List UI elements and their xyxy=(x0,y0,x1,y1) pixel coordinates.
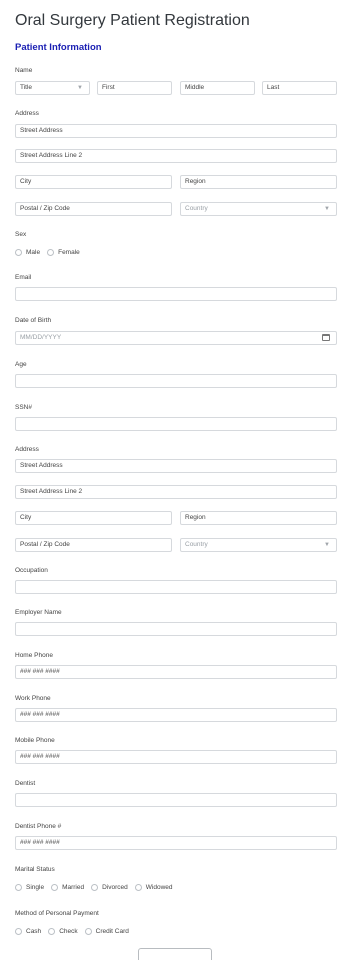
country-select[interactable]: Country ▼ xyxy=(180,202,337,216)
name-label: Name xyxy=(15,67,33,74)
dob-input[interactable]: MM/DD/YYYY xyxy=(15,331,337,345)
radio-circle-icon xyxy=(91,884,99,891)
country-select-value: Country xyxy=(185,205,208,212)
radio-widowed-label: Widowed xyxy=(145,884,173,891)
mobile-phone-label: Mobile Phone xyxy=(15,737,55,744)
registration-form: Oral Surgery Patient Registration Patien… xyxy=(0,0,350,960)
country-select-value-2: Country xyxy=(185,541,208,548)
middle-name-input[interactable]: Middle xyxy=(180,81,255,95)
city-input[interactable]: City xyxy=(15,175,172,189)
ssn-label: SSN# xyxy=(15,404,32,411)
mobile-phone-input[interactable]: ### ### #### xyxy=(15,750,337,764)
chevron-down-icon: ▼ xyxy=(77,85,83,91)
payment-method-radio-group: Cash Check Credit Card xyxy=(15,927,129,936)
radio-circle-icon xyxy=(51,884,59,891)
first-name-input[interactable]: First xyxy=(97,81,172,95)
radio-circle-icon xyxy=(47,249,55,256)
region-input-2[interactable]: Region xyxy=(180,511,337,525)
radio-credit-card[interactable]: Credit Card xyxy=(84,928,129,935)
chevron-down-icon: ▼ xyxy=(324,206,330,212)
postal-code-input-2[interactable]: Postal / Zip Code xyxy=(15,538,172,552)
radio-female[interactable]: Female xyxy=(47,249,80,256)
street-address-input[interactable]: Street Address xyxy=(15,124,337,138)
address2-label: Address xyxy=(15,446,39,453)
work-phone-input[interactable]: ### ### #### xyxy=(15,708,337,722)
radio-circle-icon xyxy=(15,249,22,256)
marital-status-radio-group: Single Married Divorced Widowed xyxy=(15,883,173,892)
dentist-input[interactable] xyxy=(15,793,337,807)
email-input[interactable] xyxy=(15,287,337,301)
dentist-phone-label: Dentist Phone # xyxy=(15,823,62,830)
radio-divorced-label: Divorced xyxy=(102,884,128,891)
dentist-label: Dentist xyxy=(15,780,36,787)
radio-single[interactable]: Single xyxy=(15,884,44,891)
last-name-input[interactable]: Last xyxy=(262,81,337,95)
work-phone-label: Work Phone xyxy=(15,695,51,702)
section-heading: Patient Information xyxy=(15,42,102,53)
title-select[interactable]: Title ▼ xyxy=(15,81,90,95)
radio-cash-label: Cash xyxy=(26,928,42,935)
occupation-input[interactable] xyxy=(15,580,337,594)
employer-input[interactable] xyxy=(15,622,337,636)
address-label: Address xyxy=(15,110,39,117)
employer-label: Employer Name xyxy=(15,609,62,616)
postal-code-input[interactable]: Postal / Zip Code xyxy=(15,202,172,216)
city-input-2[interactable]: City xyxy=(15,511,172,525)
dentist-phone-input[interactable]: ### ### #### xyxy=(15,836,337,850)
dob-label: Date of Birth xyxy=(15,317,52,324)
marital-status-label: Marital Status xyxy=(15,866,55,873)
radio-male-label: Male xyxy=(26,249,41,256)
age-label: Age xyxy=(15,361,27,368)
radio-single-label: Single xyxy=(26,884,45,891)
sex-label: Sex xyxy=(15,231,27,238)
radio-widowed[interactable]: Widowed xyxy=(134,884,173,891)
ssn-input[interactable] xyxy=(15,417,337,431)
form-title: Oral Surgery Patient Registration xyxy=(15,12,250,29)
street-address-input-2[interactable]: Street Address xyxy=(15,459,337,473)
radio-circle-icon xyxy=(48,928,56,935)
radio-check-label: Check xyxy=(59,928,78,935)
payment-method-label: Method of Personal Payment xyxy=(15,910,99,917)
radio-circle-icon xyxy=(84,928,92,935)
region-input[interactable]: Region xyxy=(180,175,337,189)
home-phone-input[interactable]: ### ### #### xyxy=(15,665,337,679)
radio-married[interactable]: Married xyxy=(51,884,84,891)
age-input[interactable] xyxy=(15,374,337,388)
chevron-down-icon: ▼ xyxy=(324,542,330,548)
dob-placeholder: MM/DD/YYYY xyxy=(20,334,62,341)
radio-circle-icon xyxy=(134,884,142,891)
radio-circle-icon xyxy=(15,928,22,935)
street-address-line2-input[interactable]: Street Address Line 2 xyxy=(15,149,337,163)
radio-married-label: Married xyxy=(62,884,85,891)
radio-check[interactable]: Check xyxy=(48,928,78,935)
radio-credit-card-label: Credit Card xyxy=(95,928,129,935)
calendar-icon[interactable] xyxy=(322,334,330,341)
occupation-label: Occupation xyxy=(15,567,48,574)
radio-female-label: Female xyxy=(58,249,80,256)
radio-divorced[interactable]: Divorced xyxy=(91,884,128,891)
radio-male[interactable]: Male xyxy=(15,249,40,256)
street-address-line2-input-2[interactable]: Street Address Line 2 xyxy=(15,485,337,499)
submit-button[interactable] xyxy=(138,948,212,960)
country-select-2[interactable]: Country ▼ xyxy=(180,538,337,552)
title-select-value: Title xyxy=(20,84,33,91)
email-label: Email xyxy=(15,274,32,281)
radio-circle-icon xyxy=(15,884,22,891)
sex-radio-group: Male Female xyxy=(15,248,80,257)
home-phone-label: Home Phone xyxy=(15,652,53,659)
radio-cash[interactable]: Cash xyxy=(15,928,41,935)
